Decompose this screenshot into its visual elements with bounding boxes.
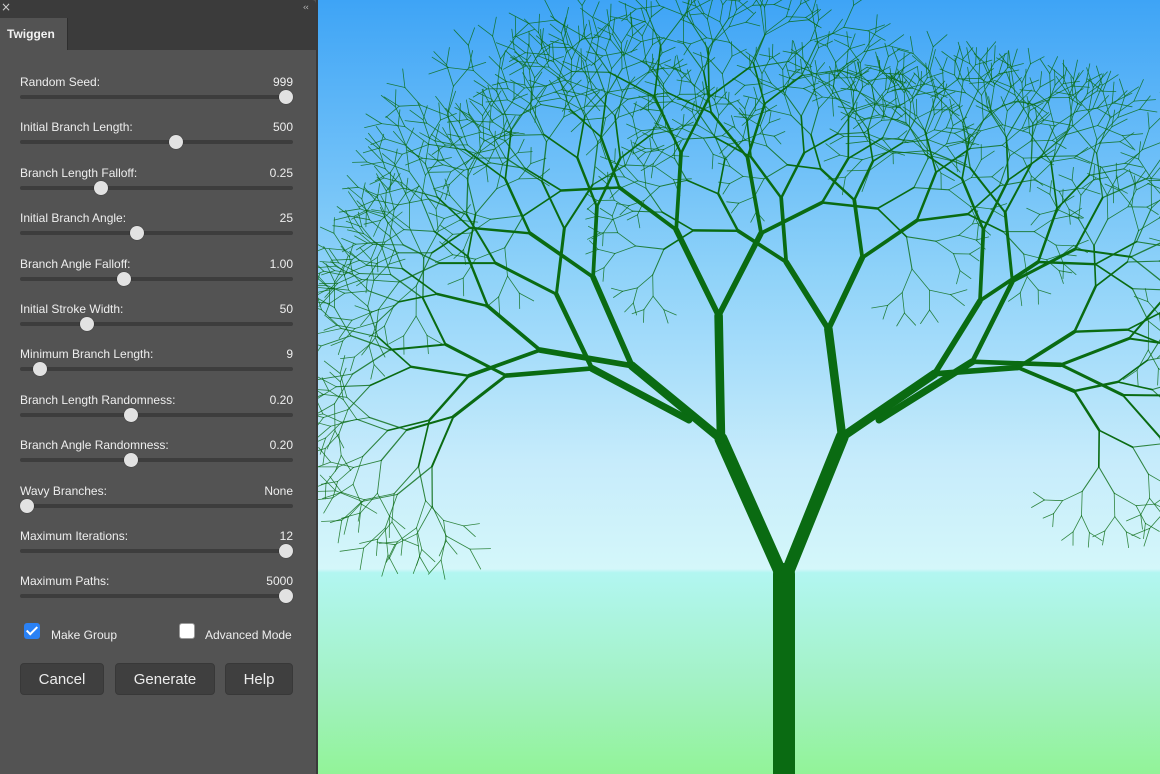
slider-track[interactable] — [20, 95, 293, 99]
param-value: 5000 — [266, 574, 293, 589]
panel-tab-bar: Twiggen — [0, 18, 316, 50]
slider-thumb[interactable] — [130, 226, 145, 241]
make-group-checkbox[interactable]: Make Group — [24, 623, 124, 642]
param-value: 500 — [272, 120, 293, 135]
param-label: Branch Length Falloff: — [20, 165, 138, 180]
help-button[interactable]: Help — [225, 663, 293, 695]
twiggen-panel: × ‹‹ Twiggen Random Seed: 999 Initial Bran… — [0, 0, 318, 774]
slider-thumb[interactable] — [123, 407, 138, 422]
slider-track[interactable] — [20, 140, 293, 145]
slider-track[interactable] — [20, 276, 293, 281]
slider-thumb[interactable] — [116, 271, 131, 286]
slider-thumb[interactable] — [93, 180, 108, 195]
panel-title-bar: × ‹‹ — [0, 0, 316, 18]
param-value: 50 — [279, 302, 293, 316]
param-label: Maximum Paths: — [20, 574, 110, 589]
slider-thumb[interactable] — [279, 589, 294, 604]
param-label: Initial Stroke Width: — [20, 302, 124, 316]
param-label: Wavy Branches: — [20, 483, 107, 498]
slider-track[interactable] — [20, 458, 293, 463]
checkbox-icon[interactable] — [24, 623, 40, 639]
param-row: Branch Angle Falloff: 1.00 — [20, 257, 293, 287]
slider-track[interactable] — [20, 322, 293, 326]
param-row: Branch Length Randomness: 0.20 — [20, 393, 293, 423]
cancel-button[interactable]: Cancel — [20, 663, 104, 695]
slider-track[interactable] — [20, 549, 293, 553]
slider-thumb[interactable] — [79, 317, 94, 331]
slider-track[interactable] — [20, 503, 293, 508]
slider-thumb[interactable] — [33, 362, 48, 377]
slider-track[interactable] — [20, 231, 293, 236]
slider-thumb[interactable] — [168, 135, 183, 150]
param-label: Branch Angle Falloff: — [20, 256, 131, 271]
param-label: Minimum Branch Length: — [20, 347, 154, 362]
artboard-canvas[interactable] — [318, 0, 1160, 774]
param-row: Maximum Iterations: 12 — [20, 529, 294, 559]
collapse-panel-icon[interactable]: ‹‹ — [303, 3, 309, 13]
slider-thumb[interactable] — [279, 90, 294, 104]
param-value: 9 — [286, 347, 293, 362]
slider-thumb[interactable] — [19, 498, 34, 513]
slider-track[interactable] — [20, 594, 293, 599]
param-row: Wavy Branches: None — [19, 483, 293, 514]
param-value: 0.25 — [269, 165, 293, 180]
slider-track[interactable] — [20, 367, 293, 372]
param-row: Maximum Paths: 5000 — [20, 574, 294, 604]
advanced-mode-checkbox[interactable]: Advanced Mode — [179, 623, 294, 642]
param-row: Random Seed: 999 — [20, 75, 294, 105]
slider-thumb[interactable] — [279, 544, 294, 558]
param-row: Initial Branch Angle: 25 — [20, 211, 293, 241]
tab-twiggen[interactable]: Twiggen — [0, 18, 68, 50]
param-value: 25 — [279, 211, 293, 226]
param-label: Random Seed: — [20, 75, 101, 89]
param-row: Branch Length Falloff: 0.25 — [20, 166, 293, 196]
slider-track[interactable] — [20, 412, 293, 417]
param-label: Initial Branch Length: — [20, 120, 133, 135]
param-row: Initial Stroke Width: 50 — [20, 302, 293, 332]
make-group-label: Make Group — [51, 628, 118, 642]
param-label: Branch Angle Randomness: — [20, 438, 169, 453]
close-icon[interactable]: × — [1, 1, 11, 13]
fractal-tree-artwork — [318, 0, 1160, 774]
param-row: Initial Branch Length: 500 — [20, 120, 293, 150]
advanced-mode-label: Advanced Mode — [205, 628, 292, 642]
slider-track[interactable] — [20, 185, 293, 190]
param-value: 1.00 — [269, 256, 293, 271]
param-row: Minimum Branch Length: 9 — [20, 347, 293, 377]
param-value: 12 — [279, 529, 293, 543]
slider-thumb[interactable] — [123, 453, 138, 468]
param-value: 999 — [272, 75, 293, 89]
param-label: Initial Branch Angle: — [20, 211, 127, 226]
param-label: Branch Length Randomness: — [20, 392, 176, 407]
checkbox-icon[interactable] — [179, 623, 195, 639]
param-value: None — [264, 483, 293, 498]
param-row: Branch Angle Randomness: 0.20 — [20, 438, 293, 468]
param-label: Maximum Iterations: — [20, 529, 129, 543]
param-value: 0.20 — [269, 438, 293, 453]
param-value: 0.20 — [269, 392, 293, 407]
generate-button[interactable]: Generate — [115, 663, 215, 695]
